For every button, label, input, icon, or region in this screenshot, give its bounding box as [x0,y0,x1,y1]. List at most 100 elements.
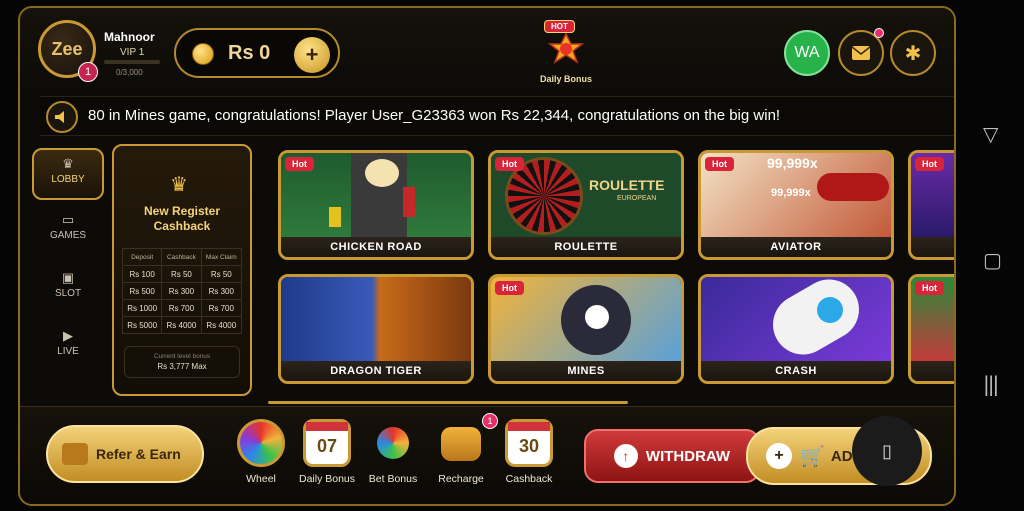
game-tile-aviator[interactable]: 99,999x 99,999x Hot AVIATOR [698,150,894,260]
cashback-table: Deposit Cashback Max Claim Rs 100 Rs 50 … [121,248,243,334]
register-cashback-card[interactable]: ♛ New Register Cashback Deposit Cashback… [112,144,252,396]
rotate-icon: ▯ [882,440,892,461]
cashback-day: 30 [518,435,540,456]
avatar-logo: Zee [51,38,83,59]
deposit-add-button[interactable]: + [294,37,330,73]
vip-progress-bar [104,60,160,64]
recents-nav-icon[interactable]: ||| [983,372,999,396]
game-name [911,237,954,257]
calendar-icon: 30 [505,419,553,467]
bet-bonus-label: Bet Bonus [368,473,418,485]
game-tile-chicken-road[interactable]: Hot CHICKEN ROAD [278,150,474,260]
bottom-bar: Refer & Earn Wheel 07 Daily Bonus Bet Bo… [20,406,954,504]
table-cell: Rs 50 [200,265,243,283]
table-cell: Rs 50 [161,265,202,283]
refer-earn-label: Refer & Earn [96,446,181,462]
cashback-label: Cashback [505,473,553,485]
game-tile-mines[interactable]: Hot MINES [488,274,684,384]
promo-title-line2: Cashback [153,219,211,233]
game-name: CRASH [701,361,891,381]
header: Zee 1 Mahnoor VIP 1 0/3,000 Rs 0 + HOT D… [20,8,954,92]
whatsapp-button[interactable]: WA [784,30,830,76]
table-cell: Rs 700 [200,299,243,317]
recharge-badge: 1 [482,413,498,429]
gift-card-icon [62,443,88,465]
play-icon: ▶ [63,328,73,343]
home-nav-icon[interactable]: ▢ [983,248,1002,272]
hot-badge: Hot [285,157,314,171]
wallet-balance[interactable]: Rs 0 + [174,28,340,78]
recharge-button[interactable]: Recharge [432,419,490,489]
mail-notification-dot [874,28,884,38]
floating-rotate-button[interactable]: ▯ [852,416,922,486]
current-bonus-box: Current level bonus Rs 3,777 Max [124,346,240,378]
cashback-button[interactable]: 30 Cashback [500,419,558,489]
table-cell: Rs 700 [161,299,202,317]
side-nav: ♛ LOBBY ▭ GAMES ▣ SLOT ▶ LIVE [28,144,108,404]
rocket-window-graphic [817,297,843,323]
avatar-badge: 1 [78,62,98,82]
daily-bonus-bottom-button[interactable]: 07 Daily Bonus [298,419,356,489]
table-cell: Rs 4000 [200,316,243,334]
table-row: Rs 5000 Rs 4000 Rs 4000 [121,316,243,334]
wheel-label: Wheel [246,473,276,485]
back-nav-icon[interactable]: ▽ [983,122,998,146]
table-row: Rs 1000 Rs 700 Rs 700 [121,299,243,317]
game-tile-dragon-tiger[interactable]: DRAGON TIGER [278,274,474,384]
vip-progress-text: 0/3,000 [116,68,143,77]
hot-badge: Hot [915,157,944,171]
withdraw-button[interactable]: ↑ WITHDRAW [584,429,760,483]
daily-bonus-label: Daily Bonus [539,74,592,84]
vip-level: VIP 1 [120,47,145,58]
speaker-icon[interactable] [46,101,78,133]
refer-earn-button[interactable]: Refer & Earn [46,425,204,483]
recharge-label: Recharge [438,473,484,485]
table-row: Rs 500 Rs 300 Rs 300 [121,282,243,300]
rocket-graphic [762,277,870,366]
settings-button[interactable]: ✱ [890,30,936,76]
car-graphic [329,207,341,227]
game-tile-roulette[interactable]: ROULETTE EUROPEAN Hot ROULETTE [488,150,684,260]
roulette-art-title: ROULETTE [589,177,665,193]
daily-day: 07 [316,435,338,456]
game-name: DRAGON TIGER [281,361,471,381]
game-name: CHICKEN ROAD [281,237,471,257]
bet-bonus-button[interactable]: Bet Bonus [364,419,422,489]
nav-live[interactable]: ▶ LIVE [32,322,104,374]
daily-bonus-bottom-label: Daily Bonus [298,473,356,485]
mail-icon [851,46,871,60]
marquee-text: 80 in Mines game, congratulations! Playe… [88,107,781,124]
table-header: Cashback [161,248,202,266]
spinner-icon [377,427,409,459]
gamepad-icon: ▭ [61,212,75,227]
nav-games[interactable]: ▭ GAMES [32,206,104,258]
crown-icon: ♛ [62,156,74,171]
horizontal-scrollbar[interactable] [268,401,628,404]
game-name: ROULETTE [491,237,681,257]
gift-icon [547,32,585,64]
treasure-chest-icon [441,427,481,461]
nav-lobby-label: LOBBY [51,174,85,185]
chicken-graphic [365,159,399,187]
wheel-button[interactable]: Wheel [232,419,290,489]
nav-slot[interactable]: ▣ SLOT [32,264,104,316]
balance-amount: Rs 0 [228,42,271,64]
hot-badge: Hot [495,157,524,171]
table-cell: Rs 1000 [121,299,163,317]
skull-graphic [585,305,609,329]
table-cell: Rs 500 [121,282,163,300]
nav-lobby[interactable]: ♛ LOBBY [32,148,104,200]
plus-icon: + [766,443,792,469]
crown-icon: ♛ [170,174,188,196]
game-tile-partial[interactable]: Hot [908,150,954,260]
arrow-up-icon: ↑ [613,444,638,468]
hot-badge: Hot [915,281,944,295]
daily-bonus-button[interactable]: HOT Daily Bonus [526,20,606,86]
username: Mahnoor [104,30,155,44]
game-tile-crash[interactable]: CRASH [698,274,894,384]
roulette-art-sub: EUROPEAN [617,195,657,202]
add-label: AD [830,447,853,465]
screen: Zee 1 Mahnoor VIP 1 0/3,000 Rs 0 + HOT D… [0,0,1024,511]
game-tile-partial[interactable]: Hot [908,274,954,384]
table-header: Deposit [121,248,163,266]
